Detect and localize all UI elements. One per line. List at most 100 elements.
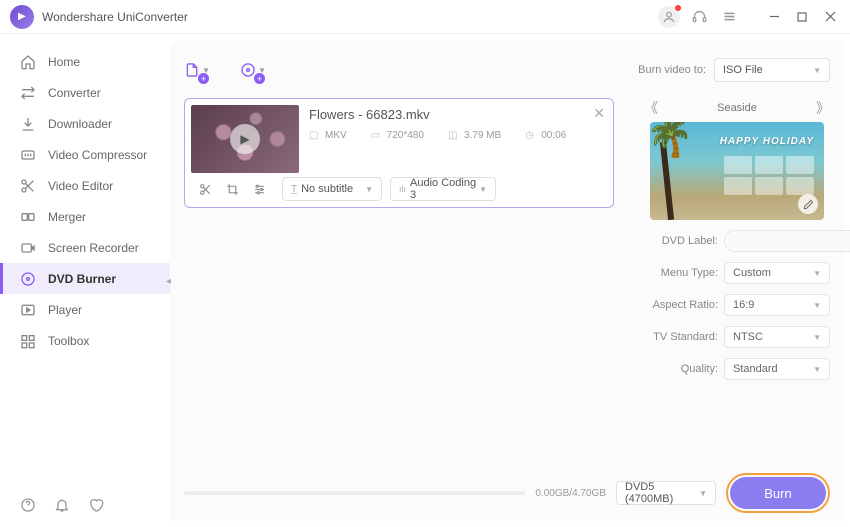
- play-icon: [20, 302, 36, 318]
- sidebar-item-converter[interactable]: Converter: [0, 77, 170, 108]
- sidebar-item-toolbox[interactable]: Toolbox: [0, 325, 170, 356]
- merger-icon: [20, 209, 36, 225]
- chevron-down-icon: ▼: [479, 185, 487, 194]
- play-overlay-icon[interactable]: ▶: [230, 124, 260, 154]
- close-button[interactable]: [820, 7, 840, 27]
- chevron-down-icon: ▼: [813, 269, 821, 278]
- app-logo-icon: [10, 5, 34, 29]
- burn-to-select[interactable]: ISO File ▼: [714, 58, 830, 82]
- maximize-button[interactable]: [792, 7, 812, 27]
- video-thumbnail[interactable]: ▶: [191, 105, 299, 173]
- sidebar-item-label: Merger: [48, 210, 86, 224]
- audio-icon: ılı: [399, 184, 406, 194]
- size-text: 0.00GB/4.70GB: [535, 488, 606, 499]
- template-preview: HAPPY HOLIDAY: [650, 122, 824, 220]
- headset-icon[interactable]: [688, 6, 710, 28]
- template-title: HAPPY HOLIDAY: [720, 136, 814, 147]
- chevron-down-icon: ▼: [699, 489, 707, 498]
- template-slot: [786, 156, 814, 174]
- disc-icon: [20, 271, 36, 287]
- titlebar: Wondershare UniConverter: [0, 0, 850, 34]
- aspect-ratio-label: Aspect Ratio:: [644, 299, 718, 311]
- heart-icon[interactable]: [88, 497, 106, 515]
- scissors-icon: [20, 178, 36, 194]
- video-resolution: 720*480: [387, 130, 424, 141]
- quality-label: Quality:: [644, 363, 718, 375]
- burn-highlight: Burn: [726, 473, 830, 513]
- next-template-button[interactable]: 》: [816, 98, 830, 118]
- sidebar-item-label: Screen Recorder: [48, 241, 139, 255]
- disc-type-value: DVD5 (4700MB): [625, 481, 699, 505]
- chevron-down-icon: ▼: [813, 365, 821, 374]
- subtitle-select[interactable]: T̲No subtitle ▼: [282, 177, 382, 201]
- add-file-button[interactable]: + ▼: [184, 57, 210, 83]
- sidebar-item-player[interactable]: Player: [0, 294, 170, 325]
- sidebar-item-downloader[interactable]: Downloader: [0, 108, 170, 139]
- format-icon: ▢: [309, 130, 321, 141]
- dvd-label-input[interactable]: [724, 230, 850, 252]
- dvd-label-label: DVD Label:: [644, 235, 718, 247]
- quality-select[interactable]: Standard▼: [724, 358, 830, 380]
- app-title: Wondershare UniConverter: [42, 10, 658, 24]
- menu-type-select[interactable]: Custom▼: [724, 262, 830, 284]
- sidebar-item-label: Home: [48, 55, 80, 69]
- sidebar-item-label: DVD Burner: [48, 272, 116, 286]
- account-icon[interactable]: [658, 6, 680, 28]
- sidebar-item-label: Video Compressor: [48, 148, 147, 162]
- sidebar-item-compressor[interactable]: Video Compressor: [0, 139, 170, 170]
- audio-value: Audio Coding 3: [410, 177, 479, 201]
- clock-icon: ◷: [525, 130, 537, 141]
- tv-standard-select[interactable]: NTSC▼: [724, 326, 830, 348]
- chevron-down-icon: ▼: [813, 66, 821, 75]
- bell-icon[interactable]: [54, 497, 72, 515]
- home-icon: [20, 54, 36, 70]
- template-nav: 《 Seaside 》: [644, 98, 830, 118]
- burn-to-value: ISO File: [723, 64, 763, 76]
- sidebar-item-editor[interactable]: Video Editor: [0, 170, 170, 201]
- menu-icon[interactable]: [718, 6, 740, 28]
- sidebar-item-label: Converter: [48, 86, 101, 100]
- sidebar-item-dvd-burner[interactable]: DVD Burner: [0, 263, 170, 294]
- template-slot: [724, 177, 752, 195]
- sidebar-item-home[interactable]: Home: [0, 46, 170, 77]
- chevron-down-icon: ▼: [365, 185, 373, 194]
- converter-icon: [20, 85, 36, 101]
- notification-dot-icon: [675, 5, 681, 11]
- template-name: Seaside: [717, 102, 757, 114]
- effect-button[interactable]: [253, 183, 266, 196]
- video-meta: ▢MKV ▭720*480 ◫3.79 MB ◷00:06: [309, 130, 607, 141]
- sidebar-collapse-handle[interactable]: ◂: [166, 276, 176, 286]
- sidebar-item-recorder[interactable]: Screen Recorder: [0, 232, 170, 263]
- disc-type-select[interactable]: DVD5 (4700MB) ▼: [616, 481, 716, 505]
- trim-button[interactable]: [199, 183, 212, 196]
- template-slot: [724, 156, 752, 174]
- sidebar-bottom: [0, 485, 170, 527]
- sidebar-item-merger[interactable]: Merger: [0, 201, 170, 232]
- chevron-down-icon: ▼: [813, 333, 821, 342]
- sidebar-item-label: Toolbox: [48, 334, 89, 348]
- sidebar: Home Converter Downloader Video Compress…: [0, 34, 170, 527]
- titlebar-controls: [658, 6, 840, 28]
- aspect-ratio-select[interactable]: 16:9▼: [724, 294, 830, 316]
- add-disc-button[interactable]: + ▼: [240, 57, 266, 83]
- minimize-button[interactable]: [764, 7, 784, 27]
- video-title: Flowers - 66823.mkv: [309, 107, 607, 122]
- video-card: ▶ Flowers - 66823.mkv ▢MKV ▭720*480 ◫3.7…: [184, 98, 614, 208]
- burn-button[interactable]: Burn: [730, 477, 826, 509]
- burn-to-label: Burn video to:: [638, 64, 706, 76]
- edit-template-button[interactable]: [798, 194, 818, 214]
- template-slot: [755, 177, 783, 195]
- template-slot: [786, 177, 814, 195]
- sidebar-item-label: Downloader: [48, 117, 112, 131]
- prev-template-button[interactable]: 《: [644, 98, 658, 118]
- audio-select[interactable]: ılı Audio Coding 3 ▼: [390, 177, 496, 201]
- right-panel: 《 Seaside 》 HAPPY HOLIDAY: [644, 98, 830, 471]
- crop-button[interactable]: [226, 183, 239, 196]
- remove-video-button[interactable]: ✕: [593, 105, 605, 122]
- menu-type-label: Menu Type:: [644, 267, 718, 279]
- content-row: ▶ Flowers - 66823.mkv ▢MKV ▭720*480 ◫3.7…: [184, 98, 830, 471]
- subtitle-icon: T̲: [291, 184, 297, 195]
- video-size: 3.79 MB: [464, 130, 501, 141]
- help-icon[interactable]: [20, 497, 38, 515]
- template-slots: [724, 156, 814, 195]
